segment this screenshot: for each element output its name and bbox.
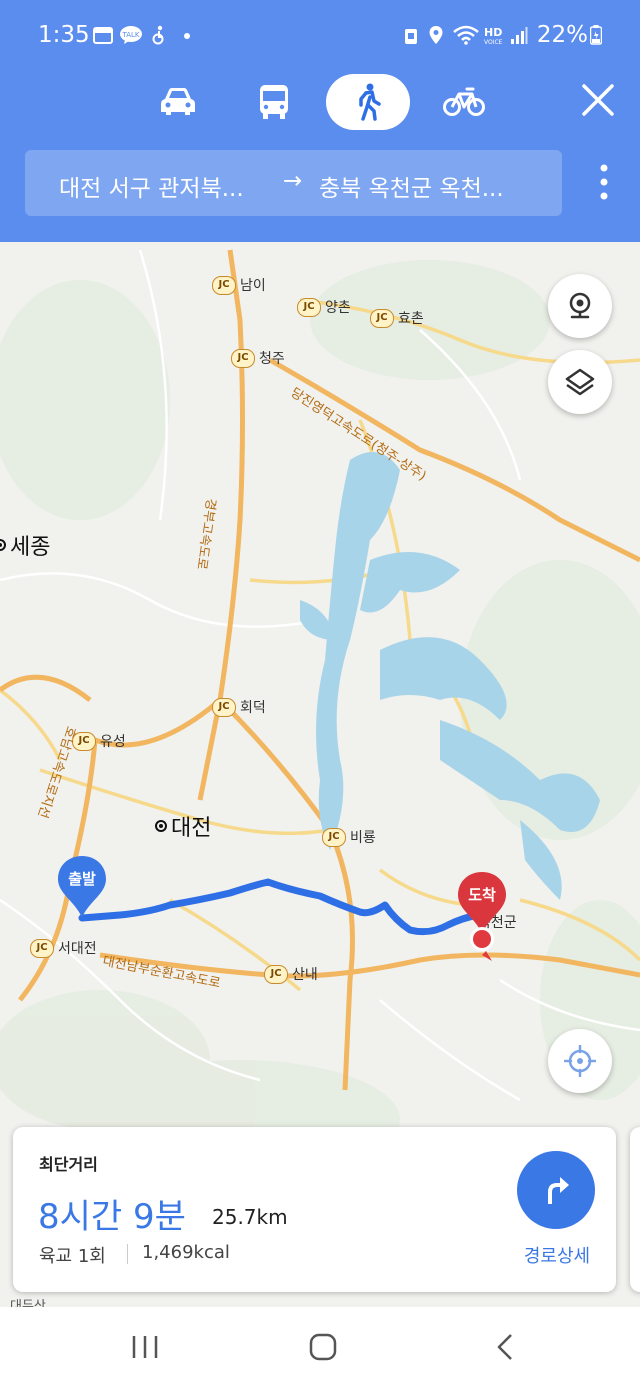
back-button[interactable] (480, 1329, 530, 1365)
city-label-sejong: 세종 (0, 529, 50, 561)
route-detail-button[interactable] (517, 1151, 595, 1229)
junction-label: JC 청주 (231, 348, 285, 368)
battery-percent: 22% (536, 22, 588, 48)
layers-icon (565, 368, 595, 396)
route-info-card[interactable]: 최단거리 8시간 9분 25.7km 육교 1회 1,469kcal 경로상세 (13, 1127, 616, 1292)
accessibility-icon (152, 25, 164, 45)
my-location-button[interactable] (548, 1029, 612, 1093)
calendar-icon (93, 27, 113, 44)
dot-icon (184, 33, 190, 39)
street-view-button[interactable] (548, 274, 612, 338)
junction-label: JC 비룡 (322, 827, 376, 847)
city-label-daejeon: 대전 (155, 810, 211, 842)
mode-car-button[interactable] (150, 74, 206, 130)
bike-icon (443, 87, 485, 116)
route-summary-field[interactable]: 대전 서구 관저북... → 충북 옥천군 옥천... (25, 150, 562, 216)
route-origin[interactable]: 대전 서구 관저북... (59, 169, 244, 203)
status-time: 1:35 (38, 22, 90, 48)
route-option-title: 최단거리 (39, 1155, 98, 1174)
hd-voice-icon: HDVOICE (484, 26, 503, 46)
location-icon (429, 26, 443, 44)
signal-icon (511, 27, 528, 44)
mode-walk-button[interactable] (326, 74, 410, 130)
route-crossing-count: 육교 1회 (39, 1246, 106, 1267)
layers-button[interactable] (548, 350, 612, 414)
bus-icon (260, 85, 288, 119)
car-icon (161, 88, 195, 115)
svg-text:HD: HD (484, 26, 502, 39)
junction-label: JC 양촌 (297, 297, 351, 317)
screen: 1:35 TALK HD VOICE 22% 대전 서구 관저북... → 충북… (0, 0, 640, 1387)
junction-label: JC 남이 (212, 275, 266, 295)
recents-icon (132, 1336, 158, 1358)
route-line (78, 878, 482, 936)
close-icon[interactable] (578, 80, 618, 120)
system-nav-bar (0, 1307, 640, 1387)
home-button[interactable] (298, 1329, 348, 1365)
street-view-icon (569, 292, 591, 319)
route-duration: 8시간 9분 (38, 1197, 186, 1237)
svg-text:TALK: TALK (121, 31, 139, 39)
next-route-card-peek[interactable] (630, 1127, 640, 1292)
route-distance: 25.7km (212, 1205, 288, 1229)
talk-icon: TALK (120, 26, 142, 44)
status-bar: 1:35 TALK HD VOICE 22% (0, 0, 640, 72)
start-marker[interactable]: 출발 (56, 854, 108, 920)
travel-mode-tabs (0, 72, 640, 134)
route-calories: 1,469kcal (142, 1242, 230, 1263)
junction-label: JC 서대전 (30, 938, 97, 958)
my-location-icon (564, 1045, 596, 1077)
lock-icon (405, 29, 417, 44)
header: 1:35 TALK HD VOICE 22% 대전 서구 관저북... → 충북… (0, 0, 640, 242)
turn-right-icon (548, 1177, 569, 1204)
walk-icon (359, 83, 381, 121)
place-label: 대두산 (10, 1299, 46, 1307)
junction-label: JC 회덕 (212, 697, 266, 717)
back-icon (497, 1334, 512, 1360)
junction-label: JC 산내 (264, 964, 318, 984)
battery-icon (590, 25, 602, 45)
route-arrow: → (283, 168, 303, 194)
home-icon (309, 1333, 337, 1361)
more-vert-icon[interactable] (594, 162, 614, 202)
recents-button[interactable] (120, 1329, 170, 1365)
divider (127, 1244, 128, 1264)
mode-bike-button[interactable] (436, 74, 492, 130)
mode-bus-button[interactable] (246, 74, 302, 130)
junction-label: JC 효촌 (370, 308, 424, 328)
wifi-icon (453, 25, 479, 45)
svg-text:VOICE: VOICE (484, 39, 503, 46)
route-detail-label[interactable]: 경로상세 (507, 1242, 607, 1268)
route-destination[interactable]: 충북 옥천군 옥천... (319, 169, 504, 203)
current-location-dot (470, 927, 494, 961)
